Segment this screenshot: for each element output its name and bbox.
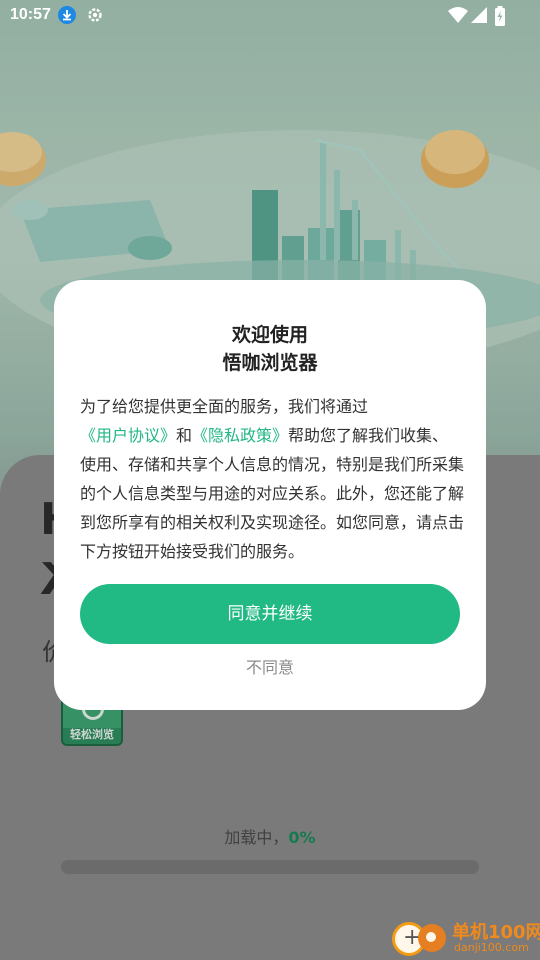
status-time: 10:57: [10, 6, 51, 23]
disagree-button[interactable]: 不同意: [54, 654, 486, 678]
watermark-ring-icon: [418, 924, 446, 952]
dialog-body: 为了给您提供更全面的服务，我们将通过《用户协议》和《隐私政策》帮助您了解我们收集…: [80, 392, 464, 566]
body-text-2: 和: [176, 426, 193, 445]
settings-gear-icon: [86, 6, 104, 28]
dialog-title-line2: 悟咖浏览器: [222, 352, 318, 374]
signal-icon: [470, 6, 488, 28]
status-bar: 10:57: [0, 0, 540, 32]
wifi-icon: [448, 6, 468, 28]
dialog-title-line1: 欢迎使用: [231, 324, 308, 346]
battery-charging-icon: [494, 6, 506, 30]
user-agreement-link[interactable]: 《用户协议》: [80, 426, 176, 445]
agree-continue-button[interactable]: 同意并继续: [80, 584, 460, 644]
privacy-policy-link[interactable]: 《隐私政策》: [192, 426, 288, 445]
body-text-1: 为了给您提供更全面的服务，我们将通过: [80, 397, 369, 416]
body-text-3: 帮助您了解我们收集、使用、存储和共享个人信息的情况，特别是我们所采集的个人信息类…: [80, 426, 465, 561]
download-icon: [58, 6, 76, 28]
watermark-logo: 单机100网 danji100.com: [390, 916, 540, 960]
privacy-consent-dialog: 欢迎使用 悟咖浏览器 为了给您提供更全面的服务，我们将通过《用户协议》和《隐私政…: [54, 280, 486, 710]
watermark-url: danji100.com: [454, 941, 529, 954]
